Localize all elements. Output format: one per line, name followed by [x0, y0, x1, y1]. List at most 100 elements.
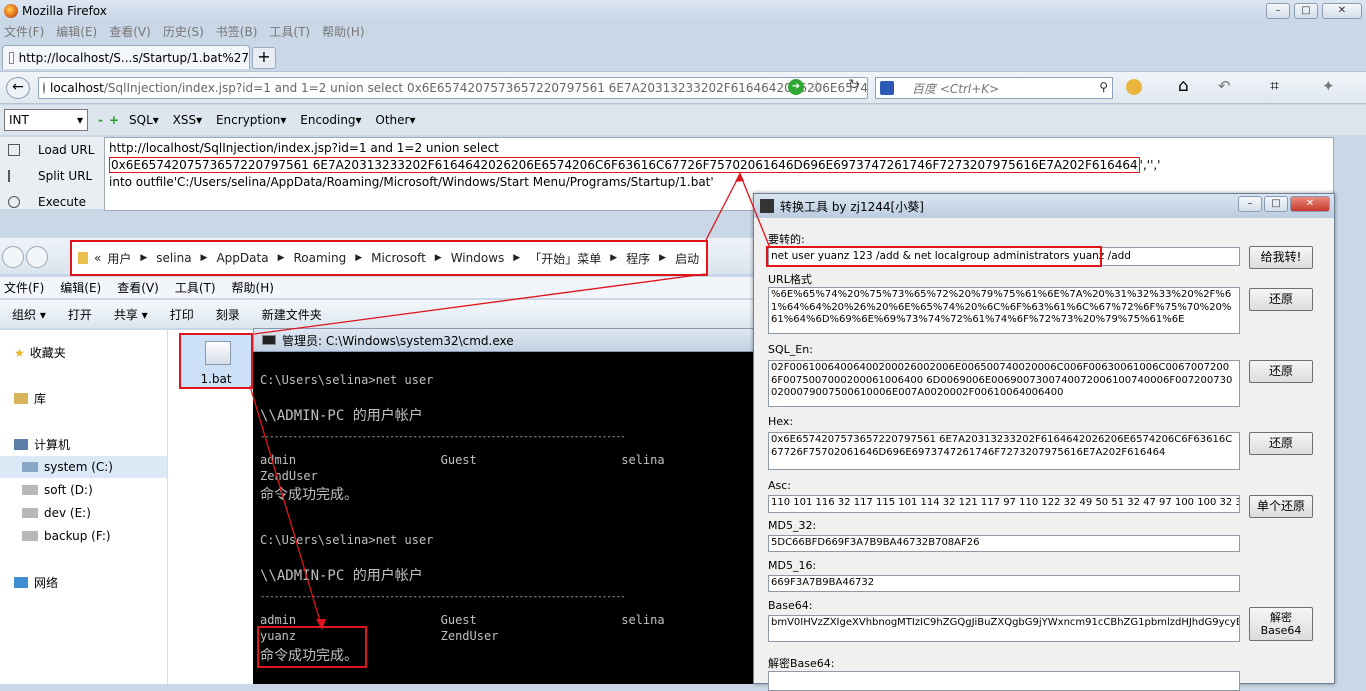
go-arrow-icon[interactable]: ➜ — [788, 79, 804, 95]
home-icon[interactable]: ⌂ — [1178, 76, 1189, 96]
cmd-divider: ----------------------------------------… — [260, 432, 626, 442]
execute-button[interactable]: Execute — [0, 189, 104, 215]
search-input[interactable]: 百度 <Ctrl+K> ⚲ — [875, 77, 1113, 99]
breadcrumb-sep-icon: ▶ — [277, 253, 285, 263]
hex-output[interactable]: 0x6E6574207573657220797561 6E7A203132332… — [768, 432, 1240, 470]
sidebar-item-drive-c[interactable]: system (C:) — [0, 456, 167, 478]
query-line-1: http://localhost/SqlInjection/index.jsp?… — [109, 141, 499, 155]
single-restore-button[interactable]: 单个还原 — [1249, 495, 1313, 518]
tab-bar: http://localhost/S...s/Startup/1.bat%27 … — [0, 43, 1366, 69]
tools-icon[interactable]: ✦ — [1322, 77, 1335, 95]
smiley-icon[interactable] — [1126, 79, 1142, 95]
menu-view[interactable]: 查看(V) — [109, 23, 151, 40]
print-button[interactable]: 打印 — [170, 306, 194, 323]
organize-button[interactable]: 组织 ▾ — [12, 306, 46, 323]
sidebar-item-drive-e[interactable]: dev (E:) — [22, 506, 91, 520]
menu-xss[interactable]: XSS▾ — [173, 113, 202, 127]
menu-other[interactable]: Other▾ — [375, 113, 415, 127]
hackbar-toolbar: INT ▾ - + SQL▾ XSS▾ Encryption▾ Encoding▾… — [0, 105, 1366, 135]
tab-active[interactable]: http://localhost/S...s/Startup/1.bat%27 — [2, 45, 250, 69]
breadcrumb-sep-icon: ▶ — [659, 253, 667, 263]
undo-icon[interactable]: ↶ — [1218, 77, 1231, 95]
convert-button[interactable]: 给我转! — [1249, 246, 1313, 269]
type-select[interactable]: INT ▾ — [4, 109, 88, 131]
decode-base64-button[interactable]: 解密 Base64 — [1249, 607, 1313, 641]
explorer-menu-edit[interactable]: 编辑(E) — [60, 279, 101, 296]
maximize-button[interactable]: □ — [1294, 3, 1318, 19]
sidebar-item-network[interactable]: 网络 — [14, 574, 58, 591]
sidebar-label: 收藏夹 — [29, 346, 66, 360]
sidebar-item-favorites[interactable]: ★ 收藏夹 — [14, 344, 66, 361]
minus-icon[interactable]: - — [98, 113, 103, 127]
restore-url-button[interactable]: 还原 — [1249, 288, 1313, 311]
sidebar-item-computer[interactable]: 计算机 — [14, 436, 70, 453]
md5-16-output[interactable]: 669F3A7B9BA46732 — [768, 575, 1240, 592]
base64-output[interactable]: bmV0IHVzZXIgeXVhbnogMTIzIC9hZGQgJiBuZXQg… — [768, 615, 1240, 642]
breadcrumb-windows[interactable]: Windows — [451, 251, 505, 265]
breadcrumb-startup[interactable]: 启动 — [675, 250, 699, 267]
explorer-menu-file[interactable]: 文件(F) — [4, 279, 44, 296]
share-button[interactable]: 共享 ▾ — [114, 306, 148, 323]
breadcrumb-selina[interactable]: selina — [156, 251, 191, 265]
drive-icon — [22, 508, 38, 518]
breadcrumb-sep-icon: ▶ — [355, 253, 363, 263]
magnifier-icon[interactable]: ⚲ — [1099, 80, 1108, 94]
reload-icon[interactable]: ↻ — [848, 77, 860, 93]
url-bar[interactable]: localhost/SqlInjection/index.jsp?id=1 an… — [38, 77, 868, 99]
explorer-back-icon[interactable] — [2, 246, 24, 268]
new-folder-button[interactable]: 新建文件夹 — [262, 306, 322, 323]
cmd-line: \\ADMIN-PC 的用户帐户 — [260, 568, 423, 584]
tool-minimize-button[interactable]: – — [1238, 196, 1262, 212]
load-url-button[interactable]: Load URL — [0, 137, 104, 163]
sidebar-label: soft (D:) — [44, 483, 93, 497]
breadcrumb-roaming[interactable]: Roaming — [294, 251, 347, 265]
file-1bat[interactable]: 1.bat — [179, 333, 253, 389]
tool-close-button[interactable]: ✕ — [1290, 196, 1330, 212]
tab-title: http://localhost/S...s/Startup/1.bat%27 — [18, 50, 249, 65]
menu-bookmarks[interactable]: 书签(B) — [216, 23, 258, 40]
sql-output[interactable]: 02F00610064006400200026002006E0065007400… — [768, 360, 1240, 407]
explorer-menu-help[interactable]: 帮助(H) — [232, 279, 274, 296]
breadcrumb-programs[interactable]: 程序 — [626, 250, 650, 267]
tool-app-icon — [760, 199, 774, 213]
md5-32-output[interactable]: 5DC66BFD669F3A7B9BA46732B708AF26 — [768, 535, 1240, 552]
breadcrumb-start-menu[interactable]: 「开始」菜单 — [529, 250, 601, 267]
breadcrumb-users[interactable]: 用户 — [107, 250, 131, 267]
explorer-menu-tools[interactable]: 工具(T) — [175, 279, 216, 296]
new-tab-button[interactable]: + — [252, 47, 276, 69]
menu-encryption[interactable]: Encryption▾ — [216, 113, 286, 127]
decoded-base64-output[interactable] — [768, 671, 1240, 691]
menu-encoding[interactable]: Encoding▾ — [300, 113, 361, 127]
cmd-line: \\ADMIN-PC 的用户帐户 — [260, 408, 423, 424]
burn-button[interactable]: 刻录 — [216, 306, 240, 323]
bookmark-star-icon[interactable]: ☆ — [810, 77, 823, 95]
minimize-button[interactable]: – — [1266, 3, 1290, 19]
menu-history[interactable]: 历史(S) — [163, 23, 204, 40]
breadcrumb-overflow[interactable]: « — [94, 251, 101, 265]
tool-maximize-button[interactable]: □ — [1264, 196, 1288, 212]
menu-file[interactable]: 文件(F) — [4, 23, 44, 40]
breadcrumb-microsoft[interactable]: Microsoft — [371, 251, 426, 265]
menu-edit[interactable]: 编辑(E) — [56, 23, 97, 40]
asc-output[interactable]: 110 101 116 32 117 115 101 114 32 121 11… — [768, 495, 1240, 513]
explorer-menu-view[interactable]: 查看(V) — [117, 279, 159, 296]
menu-sql[interactable]: SQL▾ — [129, 113, 159, 127]
open-button[interactable]: 打开 — [68, 306, 92, 323]
sidebar-item-libraries[interactable]: 库 — [14, 390, 46, 407]
explorer-forward-icon[interactable] — [26, 246, 48, 268]
breadcrumb[interactable]: « 用户 ▶ selina ▶ AppData ▶ Roaming ▶ Microsof… — [70, 240, 708, 276]
menu-tools[interactable]: 工具(T) — [269, 23, 310, 40]
sidebar-item-drive-f[interactable]: backup (F:) — [22, 529, 111, 543]
url-output[interactable]: %6E%65%74%20%75%73%65%72%20%79%75%61%6E%… — [768, 287, 1240, 334]
plus-icon[interactable]: + — [109, 113, 119, 127]
close-button[interactable]: ✕ — [1322, 3, 1362, 19]
back-arrow-icon[interactable]: ← — [6, 77, 30, 99]
restore-sql-button[interactable]: 还原 — [1249, 360, 1313, 383]
restore-hex-button[interactable]: 还原 — [1249, 432, 1313, 455]
breadcrumb-appdata[interactable]: AppData — [216, 251, 268, 265]
menu-help[interactable]: 帮助(H) — [322, 23, 364, 40]
crop-icon[interactable]: ⌗ — [1270, 76, 1279, 96]
sidebar-item-drive-d[interactable]: soft (D:) — [22, 483, 93, 497]
page-icon — [9, 51, 14, 64]
split-url-button[interactable]: Split URL — [0, 163, 104, 189]
